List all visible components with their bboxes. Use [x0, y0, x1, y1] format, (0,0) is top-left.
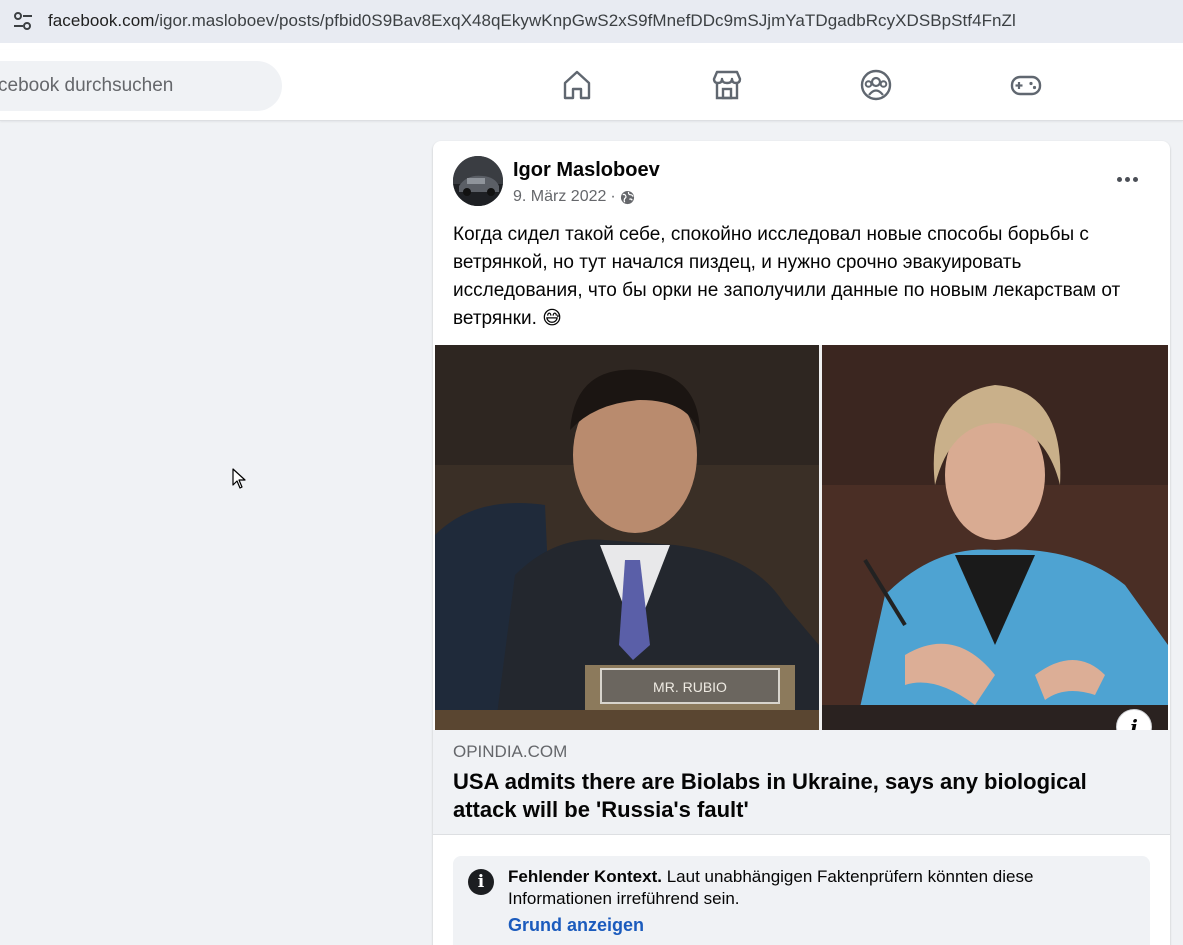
facebook-header	[0, 50, 1183, 121]
post-card: Igor Masloboev 9. März 2022 · Когда сиде…	[433, 141, 1170, 945]
url-pill[interactable]: facebook.com/igor.masloboev/posts/pfbid0…	[0, 0, 1183, 43]
home-icon[interactable]	[560, 68, 594, 102]
marketplace-icon[interactable]	[710, 68, 744, 102]
post-meta: 9. März 2022 ·	[513, 188, 635, 206]
search-box[interactable]	[0, 61, 282, 111]
url-text[interactable]: facebook.com/igor.masloboev/posts/pfbid0…	[48, 11, 1016, 31]
author-avatar[interactable]	[453, 156, 503, 206]
groups-icon[interactable]	[859, 68, 893, 102]
fact-check-box: i Fehlender Kontext. Laut unabhängigen F…	[453, 856, 1150, 945]
dot-icon	[1116, 176, 1122, 182]
gaming-icon[interactable]	[1009, 68, 1043, 102]
link-preview[interactable]: OPINDIA.COM USA admits there are Biolabs…	[433, 730, 1170, 835]
more-options-button[interactable]	[1113, 165, 1141, 193]
fact-check-label: Fehlender Kontext.	[508, 867, 662, 886]
url-path: /igor.masloboev/posts/pfbid0S9Bav8ExqX48…	[154, 11, 1016, 30]
info-circle-icon: i	[468, 869, 494, 895]
dot-icon	[1124, 176, 1130, 182]
show-reason-link[interactable]: Grund anzeigen	[508, 915, 644, 936]
globe-icon[interactable]	[620, 190, 635, 205]
url-domain: facebook.com	[48, 11, 155, 30]
nameplate-text: MR. RUBIO	[653, 679, 727, 695]
post-text: Когда сидел такой себе, спокойно исследо…	[453, 224, 1121, 329]
author-name[interactable]: Igor Masloboev	[513, 159, 660, 182]
mouse-cursor-icon	[232, 468, 246, 489]
avatar-image	[453, 156, 503, 206]
site-settings-icon[interactable]	[12, 10, 34, 32]
fact-check-text: Fehlender Kontext. Laut unabhängigen Fak…	[508, 866, 1128, 910]
browser-address-bar: facebook.com/igor.masloboev/posts/pfbid0…	[0, 0, 1183, 50]
link-domain: OPINDIA.COM	[453, 742, 568, 761]
search-input[interactable]	[0, 61, 282, 111]
post-image[interactable]: MR. RUBIO	[435, 345, 1168, 730]
post-date[interactable]: 9. März 2022	[513, 188, 606, 206]
dot-icon	[1132, 176, 1138, 182]
link-headline[interactable]: USA admits there are Biolabs in Ukraine,…	[453, 768, 1143, 824]
meta-separator: ·	[610, 188, 616, 205]
